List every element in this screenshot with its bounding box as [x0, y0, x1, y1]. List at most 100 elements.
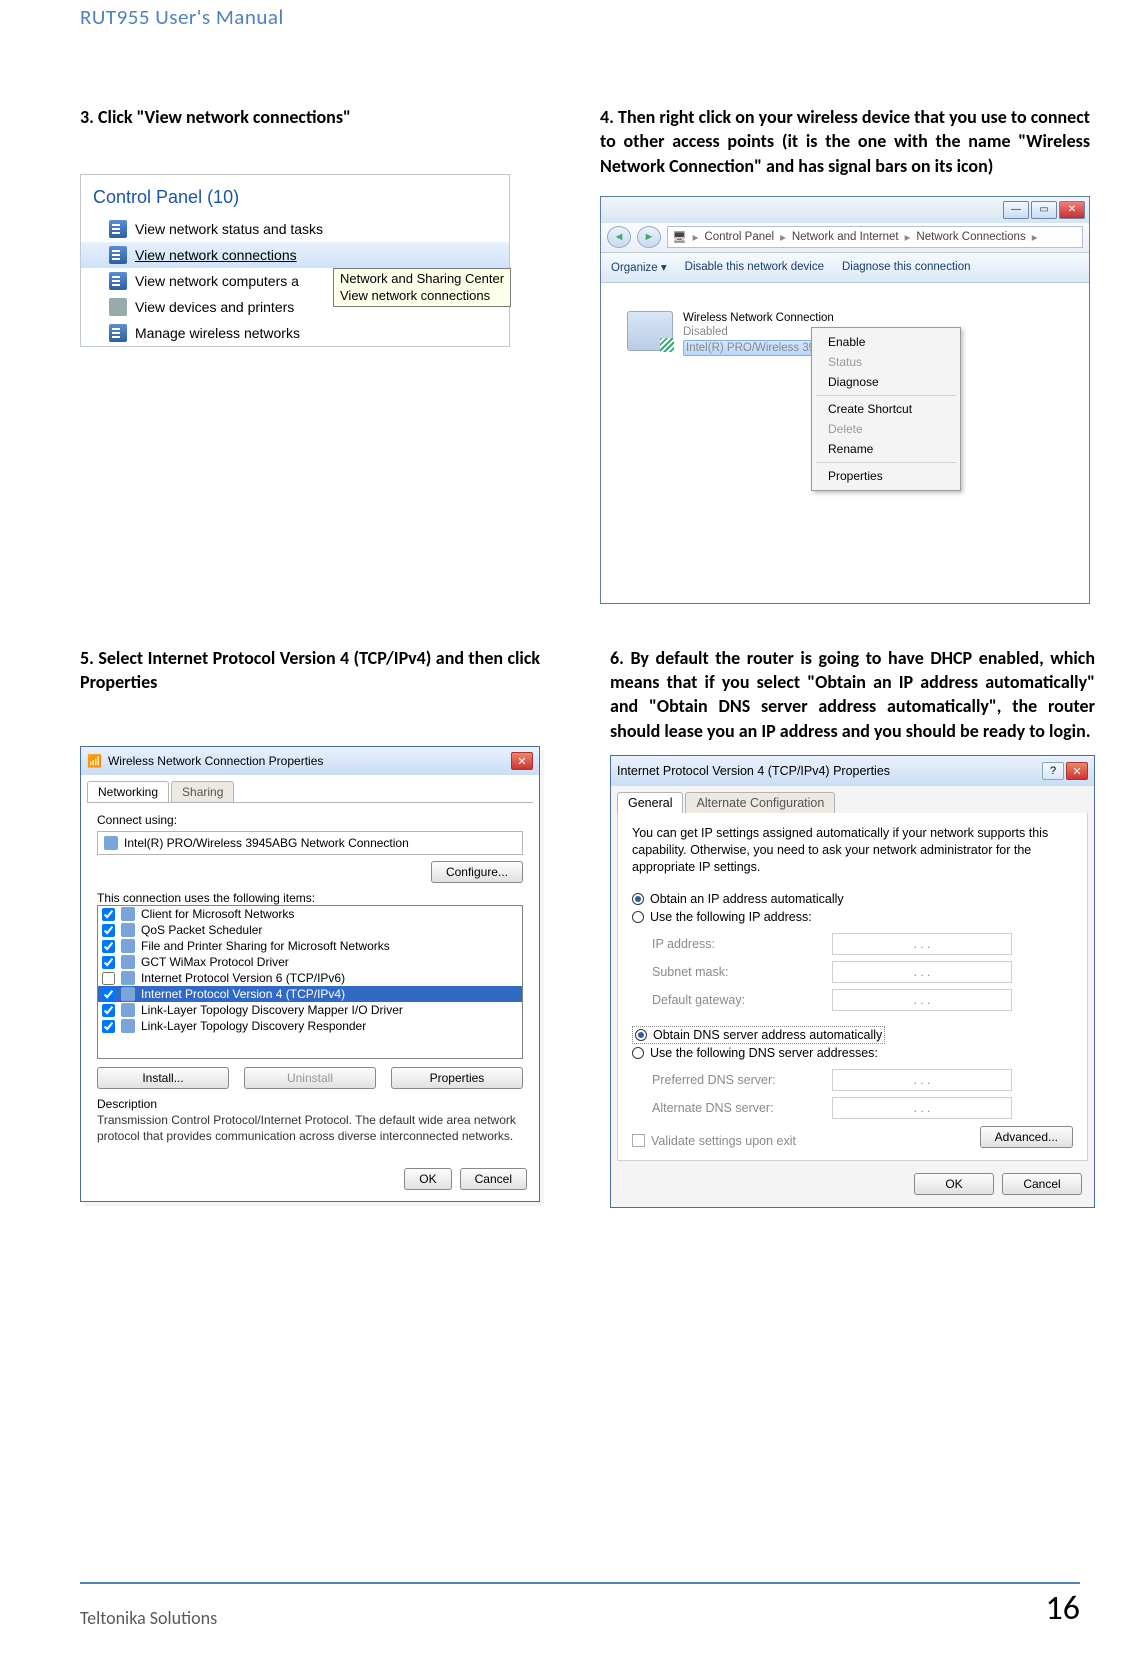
window-titlebar: — ▭ ✕ [601, 197, 1089, 223]
breadcrumb-item[interactable]: Network Connections [916, 231, 1025, 243]
cp-item[interactable]: View network status and tasks [81, 216, 509, 242]
radio-icon [632, 1047, 644, 1059]
screenshot-control-panel: Control Panel (10) View network status a… [80, 174, 510, 347]
breadcrumb-item[interactable]: Network and Internet [792, 231, 899, 243]
menu-diagnose[interactable]: Diagnose [814, 372, 958, 392]
item-checkbox[interactable] [102, 972, 115, 985]
cp-item-label: Manage wireless networks [135, 325, 300, 341]
list-item: Link-Layer Topology Discovery Mapper I/O… [141, 1003, 403, 1017]
radio-icon [635, 1029, 647, 1041]
description-label: Description [97, 1097, 523, 1111]
menu-create-shortcut[interactable]: Create Shortcut [814, 399, 958, 419]
items-listbox[interactable]: Client for Microsoft Networks QoS Packet… [97, 905, 523, 1059]
item-checkbox[interactable] [102, 908, 115, 921]
radio-label: Obtain an IP address automatically [650, 892, 844, 906]
cp-item[interactable]: Manage wireless networks [81, 320, 509, 346]
help-button[interactable]: ? [1042, 762, 1064, 780]
screenshot-connection-properties: 📶Wireless Network Connection Properties … [80, 746, 540, 1201]
back-button[interactable]: ◄ [607, 226, 631, 248]
properties-button[interactable]: Properties [391, 1067, 523, 1089]
list-item: File and Printer Sharing for Microsoft N… [141, 939, 390, 953]
menu-properties[interactable]: Properties [814, 466, 958, 486]
maximize-button[interactable]: ▭ [1031, 201, 1057, 219]
dialog-title: Internet Protocol Version 4 (TCP/IPv4) P… [617, 764, 890, 778]
cp-item-selected[interactable]: View network connections [81, 242, 509, 268]
adns-label: Alternate DNS server: [652, 1101, 832, 1115]
devices-icon [109, 298, 127, 316]
tab-alternate[interactable]: Alternate Configuration [685, 792, 835, 813]
tab-networking[interactable]: Networking [87, 781, 169, 802]
cp-item-label: View devices and printers [135, 299, 294, 315]
advanced-button[interactable]: Advanced... [980, 1126, 1073, 1148]
item-checkbox[interactable] [102, 988, 115, 1001]
protocol-icon [121, 955, 135, 969]
close-button[interactable]: ✕ [1059, 201, 1085, 219]
cp-item[interactable]: View devices and printers [81, 294, 509, 320]
dialog-titlebar: 📶Wireless Network Connection Properties … [81, 747, 539, 775]
close-button[interactable]: ✕ [1066, 762, 1088, 780]
cancel-button[interactable]: Cancel [1002, 1173, 1082, 1195]
description-text: Transmission Control Protocol/Internet P… [97, 1113, 523, 1144]
ip-field: . . . [832, 933, 1012, 955]
breadcrumb[interactable]: 🖥 Control Panel Network and Internet Net… [667, 226, 1083, 248]
network-icon [109, 220, 127, 238]
minimize-button[interactable]: — [1003, 201, 1029, 219]
radio-use-ip[interactable]: Use the following IP address: [632, 908, 1073, 926]
mask-field: . . . [832, 961, 1012, 983]
tab-sharing[interactable]: Sharing [171, 781, 234, 802]
doc-header: RUT955 User's Manual [80, 0, 1080, 30]
screenshot-ipv4-properties: Internet Protocol Version 4 (TCP/IPv4) P… [610, 755, 1095, 1208]
tab-general[interactable]: General [617, 792, 683, 813]
breadcrumb-item[interactable]: Control Panel [704, 231, 774, 243]
item-checkbox[interactable] [102, 940, 115, 953]
client-icon [121, 907, 135, 921]
context-menu: Enable Status Diagnose Create Shortcut D… [811, 327, 961, 491]
checkbox-label: Validate settings upon exit [651, 1134, 796, 1148]
item-checkbox[interactable] [102, 956, 115, 969]
dialog-titlebar: Internet Protocol Version 4 (TCP/IPv4) P… [611, 756, 1094, 786]
page-footer: Teltonika Solutions 16 [80, 1588, 1080, 1629]
cp-item-label: View network computers a [135, 273, 299, 289]
cp-item[interactable]: View network computers a Network and Sha… [81, 268, 509, 294]
list-item: QoS Packet Scheduler [141, 923, 262, 937]
forward-button[interactable]: ► [637, 226, 661, 248]
cancel-button[interactable]: Cancel [460, 1168, 527, 1190]
configure-button[interactable]: Configure... [431, 861, 523, 883]
list-item: GCT WiMax Protocol Driver [141, 955, 289, 969]
ok-button[interactable]: OK [404, 1168, 451, 1190]
qos-icon [121, 923, 135, 937]
gateway-field: . . . [832, 989, 1012, 1011]
radio-obtain-ip[interactable]: Obtain an IP address automatically [632, 890, 1073, 908]
adns-field: . . . [832, 1097, 1012, 1119]
adapter-icon [104, 836, 118, 850]
radio-obtain-dns[interactable]: Obtain DNS server address automatically [632, 1026, 885, 1044]
item-checkbox[interactable] [102, 1020, 115, 1033]
item-checkbox[interactable] [102, 924, 115, 937]
diagnose-button[interactable]: Diagnose this connection [842, 261, 971, 273]
tooltip-line: Network and Sharing Center [340, 271, 504, 287]
item-checkbox[interactable] [102, 1004, 115, 1017]
radio-label: Obtain DNS server address automatically [653, 1028, 882, 1042]
ok-button[interactable]: OK [914, 1173, 994, 1195]
menu-rename[interactable]: Rename [814, 439, 958, 459]
pdns-label: Preferred DNS server: [652, 1073, 832, 1087]
list-item: Internet Protocol Version 6 (TCP/IPv6) [141, 971, 345, 985]
uninstall-button: Uninstall [244, 1067, 376, 1089]
close-button[interactable]: ✕ [511, 752, 533, 770]
protocol-icon [121, 971, 135, 985]
list-item-selected: Internet Protocol Version 4 (TCP/IPv4) [141, 987, 345, 1001]
cp-item-label: View network connections [135, 247, 297, 263]
wireless-icon [109, 324, 127, 342]
pdns-field: . . . [832, 1069, 1012, 1091]
items-label: This connection uses the following items… [97, 891, 523, 905]
install-button[interactable]: Install... [97, 1067, 229, 1089]
menu-enable[interactable]: Enable [814, 332, 958, 352]
radio-use-dns[interactable]: Use the following DNS server addresses: [632, 1044, 1073, 1062]
checkbox-icon[interactable] [632, 1134, 645, 1147]
disable-device-button[interactable]: Disable this network device [685, 261, 824, 273]
dialog-title: Wireless Network Connection Properties [108, 754, 323, 768]
menu-delete: Delete [814, 419, 958, 439]
cp-item-label: View network status and tasks [135, 221, 323, 237]
organize-menu[interactable]: Organize ▾ [611, 260, 667, 274]
page-number: 16 [1046, 1588, 1080, 1629]
